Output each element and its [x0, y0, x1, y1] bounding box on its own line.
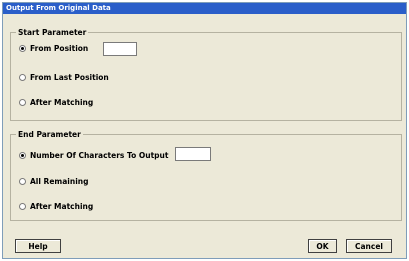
end-parameter-group: End Parameter Number Of Characters To Ou… — [10, 129, 402, 221]
radio-all-remaining[interactable]: All Remaining — [19, 175, 88, 187]
radio-label: All Remaining — [30, 176, 89, 186]
help-button[interactable]: Help — [15, 239, 61, 253]
cancel-button[interactable]: Cancel — [346, 239, 392, 253]
start-parameter-legend: Start Parameter — [16, 27, 89, 38]
radio-button[interactable] — [19, 98, 26, 106]
radio-label: After Matching — [30, 97, 94, 107]
radio-end-after-matching[interactable]: After Matching — [19, 200, 93, 212]
radio-button[interactable] — [19, 202, 26, 210]
dialog-window: Output From Original Data Start Paramete… — [2, 2, 407, 259]
start-parameter-group: Start Parameter From Position From Last … — [10, 27, 402, 121]
radio-start-after-matching[interactable]: After Matching — [19, 96, 93, 108]
radio-button[interactable] — [19, 73, 26, 81]
radio-button-checked[interactable] — [19, 44, 26, 52]
radio-button[interactable] — [19, 177, 26, 185]
character-count-input[interactable] — [175, 147, 211, 161]
radio-label: From Position — [30, 43, 89, 53]
radio-label: Number Of Characters To Output — [30, 150, 169, 160]
radio-button-checked[interactable] — [19, 151, 26, 159]
ok-button[interactable]: OK — [308, 239, 337, 253]
radio-number-of-characters[interactable]: Number Of Characters To Output — [19, 149, 168, 161]
from-position-input[interactable] — [103, 42, 137, 56]
title-bar: Output From Original Data — [3, 3, 406, 14]
end-parameter-legend: End Parameter — [16, 129, 83, 140]
radio-from-position[interactable]: From Position — [19, 42, 88, 54]
radio-from-last-position[interactable]: From Last Position — [19, 71, 109, 83]
radio-label: After Matching — [30, 201, 94, 211]
radio-label: From Last Position — [30, 72, 109, 82]
